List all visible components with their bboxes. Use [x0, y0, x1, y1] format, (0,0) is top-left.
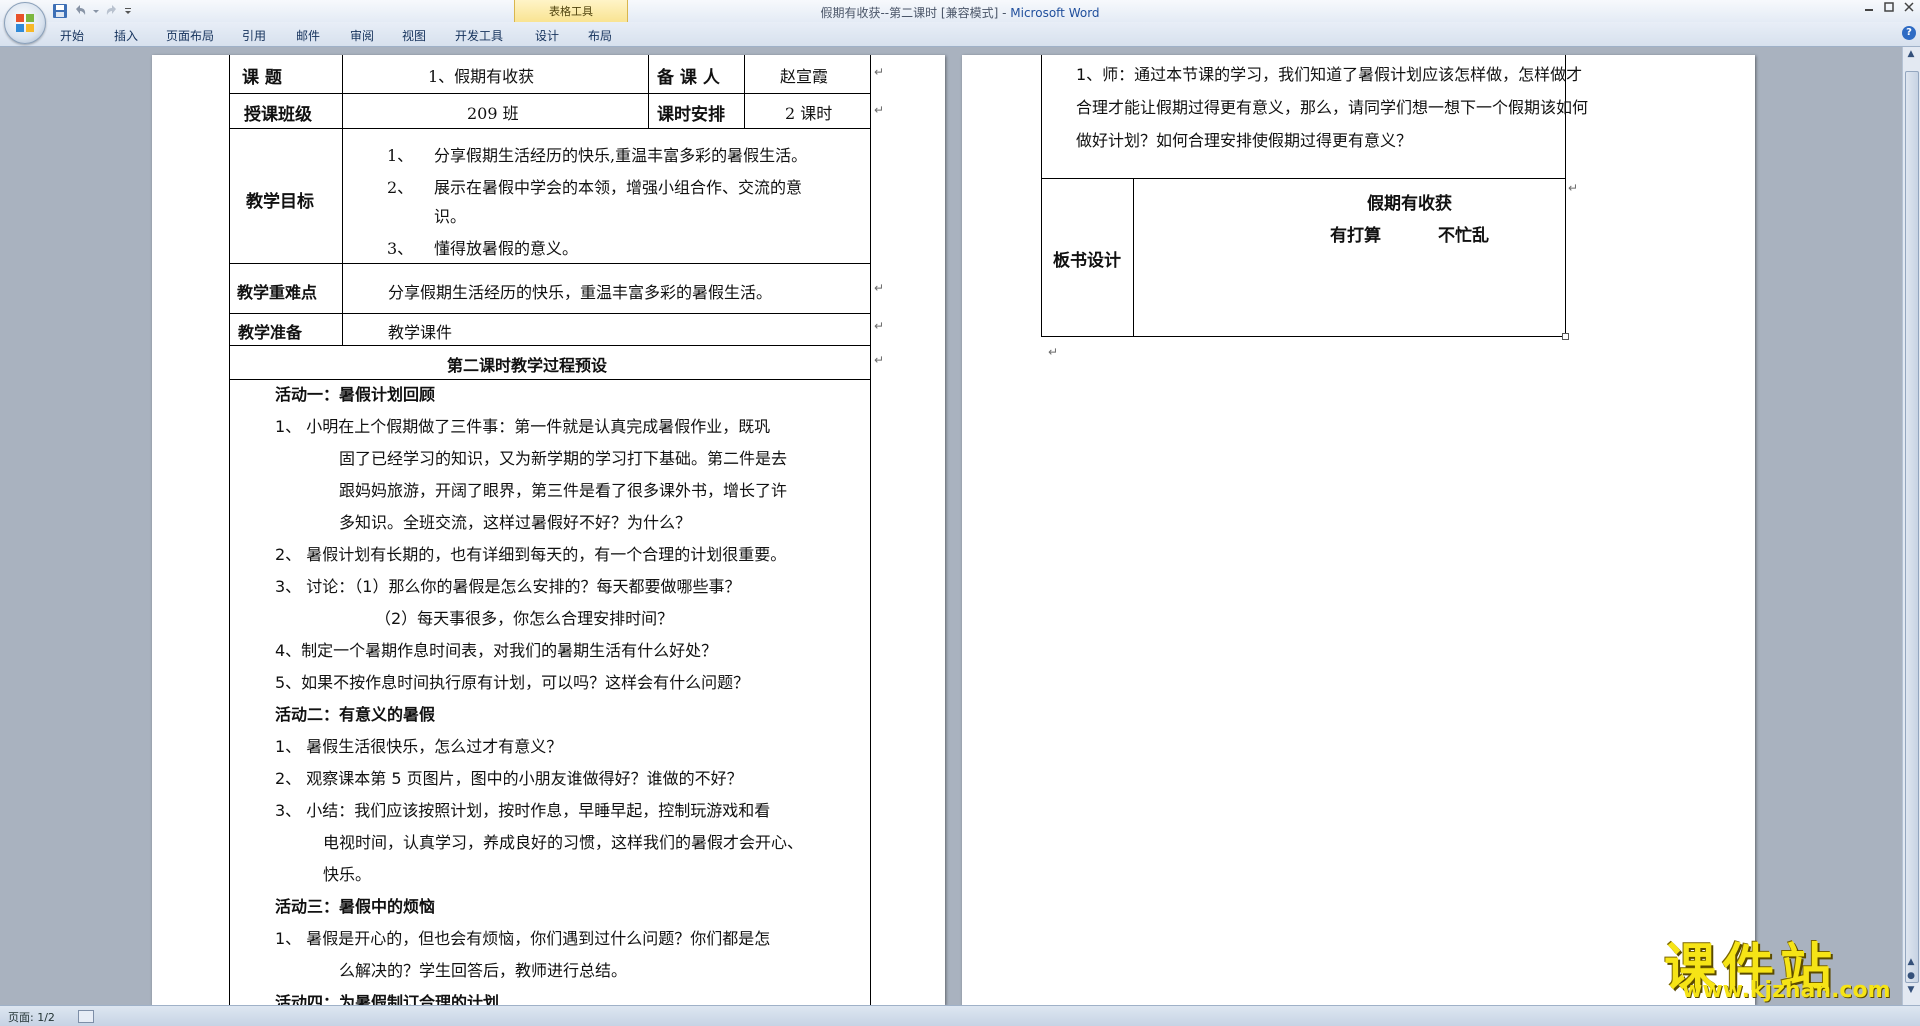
- goal-text: 展示在暑假中学会的本领，增强小组合作、交流的意: [434, 178, 803, 197]
- tab-home[interactable]: 开始: [60, 27, 84, 44]
- activity-heading: 活动二：有意义的暑假: [275, 705, 436, 724]
- process-line: 5、如果不按作息时间执行原有计划，可以吗？这样会有什么问题？: [275, 673, 750, 692]
- page-2[interactable]: 1、师：通过本节课的学习，我们知道了暑假计划应该怎样做，怎样做才 合理才能让假期…: [962, 55, 1755, 1005]
- process-line: 快乐。: [323, 865, 372, 884]
- tab-review[interactable]: 审阅: [350, 27, 374, 44]
- table-tools-label: 表格工具: [549, 5, 593, 18]
- activity-heading: 活动四：为暑假制订合理的计划: [275, 993, 500, 1005]
- window-controls: [1864, 2, 1914, 15]
- board-subtitle-2: 不忙乱: [1438, 226, 1489, 246]
- tab-references[interactable]: 引用: [242, 27, 266, 44]
- process-title: 第二课时教学过程预设: [447, 356, 608, 375]
- process-line: 3、 小结：我们应该按照计划，按时作息，早睡早起，控制玩游戏和看: [275, 801, 771, 820]
- preparation-value: 教学课件: [388, 323, 453, 342]
- maximize-icon[interactable]: [1884, 2, 1894, 15]
- process-line: （2）每天事很多，你怎么合理安排时间？: [375, 609, 674, 628]
- process-line: 多知识。全班交流，这样过暑假好不好？为什么？: [339, 513, 692, 532]
- key-points-value: 分享假期生活经历的快乐，重温丰富多彩的暑假生活。: [388, 283, 773, 302]
- scroll-thumb[interactable]: [1905, 71, 1919, 983]
- tab-layout[interactable]: 布局: [588, 27, 612, 44]
- help-icon[interactable]: ?: [1902, 26, 1916, 40]
- label-key-points: 教学重难点: [237, 283, 318, 302]
- process-line: 固了已经学习的知识，又为新学期的学习打下基础。第二件是去: [339, 449, 788, 468]
- close-icon[interactable]: [1904, 2, 1914, 15]
- proofing-icon[interactable]: [78, 1010, 94, 1023]
- goal-text: 分享假期生活经历的快乐,重温丰富多彩的暑假生活。: [434, 146, 808, 165]
- office-logo-icon: [16, 14, 34, 32]
- label-topic: 课 题: [242, 68, 282, 88]
- process-line: 3、 讨论：（1）那么你的暑假是怎么安排的？每天都要做哪些事？: [275, 577, 741, 596]
- watermark: 课件站 www.kjzhan.com: [1664, 926, 1900, 1003]
- office-button[interactable]: [4, 2, 46, 44]
- status-bar: 页面: 1/2: [0, 1005, 1920, 1026]
- tab-design[interactable]: 设计: [535, 27, 559, 44]
- page-1[interactable]: 课 题 1、假期有收获 备 课 人 赵宣霞 授课班级 209 班 课时安排 2 …: [152, 55, 945, 1005]
- tab-page-layout[interactable]: 页面布局: [166, 27, 214, 44]
- browse-object-icon[interactable]: ●: [1905, 971, 1917, 983]
- previous-page-icon[interactable]: ▲: [1905, 957, 1917, 969]
- process-line: 4、制定一个暑期作息时间表，对我们的暑期生活有什么好处？: [275, 641, 718, 660]
- vertical-scrollbar[interactable]: ▲ ▲ ● ▼: [1902, 47, 1920, 1005]
- title-bar: 假期有收获--第二课时 [兼容模式] - Microsoft Word: [0, 0, 1920, 23]
- board-subtitle-1: 有打算: [1330, 226, 1381, 246]
- process-line: 跟妈妈旅游，开阔了眼界，第三件是看了很多课外书，增长了许: [339, 481, 788, 500]
- goal-number: 2、: [387, 178, 414, 197]
- document-title: 假期有收获--第二课时 [兼容模式] -: [820, 6, 1011, 20]
- table-resize-handle[interactable]: [1562, 333, 1569, 340]
- label-preparation: 教学准备: [238, 323, 303, 342]
- process-line: 1、 暑假是开心的，但也会有烦恼，你们遇到过什么问题？你们都是怎: [275, 929, 771, 948]
- process-line: 1、 小明在上个假期做了三件事：第一件就是认真完成暑假作业，既巩: [275, 417, 771, 436]
- goal-number: 3、: [387, 239, 414, 258]
- summary-line: 做好计划？如何合理安排使假期过得更有意义？: [1076, 131, 1413, 150]
- label-preparer: 备 课 人: [657, 68, 720, 88]
- process-line: 么解决的？学生回答后，教师进行总结。: [339, 961, 628, 980]
- ribbon-tab-bar: 开始 插入 页面布局 引用 邮件 审阅 视图 开发工具 设计 布局 ?: [0, 22, 1920, 47]
- process-line: 2、 观察课本第 5 页图片，图中的小朋友谁做得好？谁做的不好？: [275, 769, 743, 788]
- window-title: 假期有收获--第二课时 [兼容模式] - Microsoft Word: [0, 4, 1920, 21]
- process-line: 2、 暑假计划有长期的，也有详细到每天的，有一个合理的计划很重要。: [275, 545, 787, 564]
- app-name: Microsoft Word: [1010, 6, 1100, 20]
- tab-mailings[interactable]: 邮件: [296, 27, 320, 44]
- minimize-icon[interactable]: [1864, 2, 1874, 15]
- topic-value: 1、假期有收获: [428, 67, 535, 86]
- scroll-up-icon[interactable]: ▲: [1905, 49, 1917, 61]
- label-class: 授课班级: [244, 105, 312, 125]
- document-area[interactable]: 课 题 1、假期有收获 备 课 人 赵宣霞 授课班级 209 班 课时安排 2 …: [0, 47, 1920, 1005]
- activity-heading: 活动一：暑假计划回顾: [275, 385, 436, 404]
- page-counter[interactable]: 页面: 1/2: [8, 1009, 55, 1025]
- summary-line: 1、师：通过本节课的学习，我们知道了暑假计划应该怎样做，怎样做才: [1076, 65, 1583, 84]
- process-line: 电视时间，认真学习，养成良好的习惯，这样我们的暑假才会开心、: [323, 833, 804, 852]
- class-value: 209 班: [467, 104, 519, 123]
- goal-text: 懂得放暑假的意义。: [434, 239, 579, 258]
- label-goals: 教学目标: [246, 192, 314, 212]
- process-line: 1、 暑假生活很快乐，怎么过才有意义？: [275, 737, 563, 756]
- goal-text: 识。: [434, 207, 467, 226]
- preparer-value: 赵宣霞: [780, 67, 829, 86]
- tab-view[interactable]: 视图: [402, 27, 426, 44]
- label-hours: 课时安排: [657, 105, 725, 125]
- tab-insert[interactable]: 插入: [114, 27, 138, 44]
- watermark-url: www.kjzhan.com: [1682, 978, 1891, 1003]
- summary-line: 合理才能让假期过得更有意义，那么，请同学们想一想下一个假期该如何: [1076, 98, 1589, 117]
- tab-developer[interactable]: 开发工具: [455, 27, 503, 44]
- board-title: 假期有收获: [1367, 194, 1452, 214]
- label-board-design: 板书设计: [1053, 251, 1121, 271]
- hours-value: 2 课时: [785, 104, 833, 123]
- activity-heading: 活动三：暑假中的烦恼: [275, 897, 436, 916]
- next-page-icon[interactable]: ▼: [1905, 985, 1917, 997]
- goal-number: 1、: [387, 146, 414, 165]
